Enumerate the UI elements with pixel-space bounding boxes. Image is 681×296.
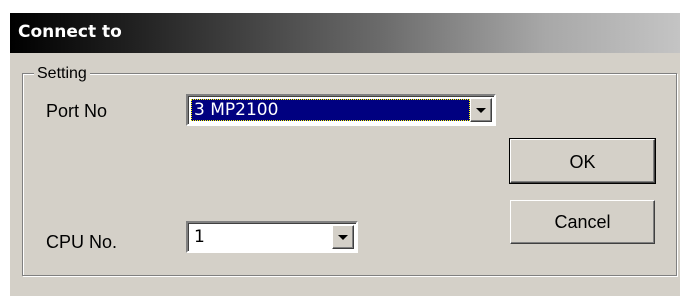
setting-group-label: Setting (34, 65, 90, 83)
window-title: Connect to (18, 22, 122, 42)
chevron-down-icon (338, 235, 348, 240)
cpu-no-dropdown-button[interactable] (332, 225, 354, 249)
cpu-no-selected-value: 1 (194, 227, 205, 247)
ok-button[interactable]: OK (509, 138, 656, 184)
port-no-label: Port No (46, 101, 108, 121)
port-no-selected-value: 3 MP2100 (191, 99, 470, 121)
cpu-no-label: CPU No. (46, 232, 118, 252)
chevron-down-icon (476, 108, 486, 113)
title-bar[interactable]: Connect to (10, 13, 680, 53)
cancel-button[interactable]: Cancel (510, 200, 655, 244)
connect-dialog: Connect to Setting Port No 3 MP2100 CPU … (10, 13, 680, 296)
cpu-no-select[interactable]: 1 (186, 221, 358, 253)
port-no-select[interactable]: 3 MP2100 (186, 94, 496, 126)
port-no-dropdown-button[interactable] (470, 98, 492, 122)
